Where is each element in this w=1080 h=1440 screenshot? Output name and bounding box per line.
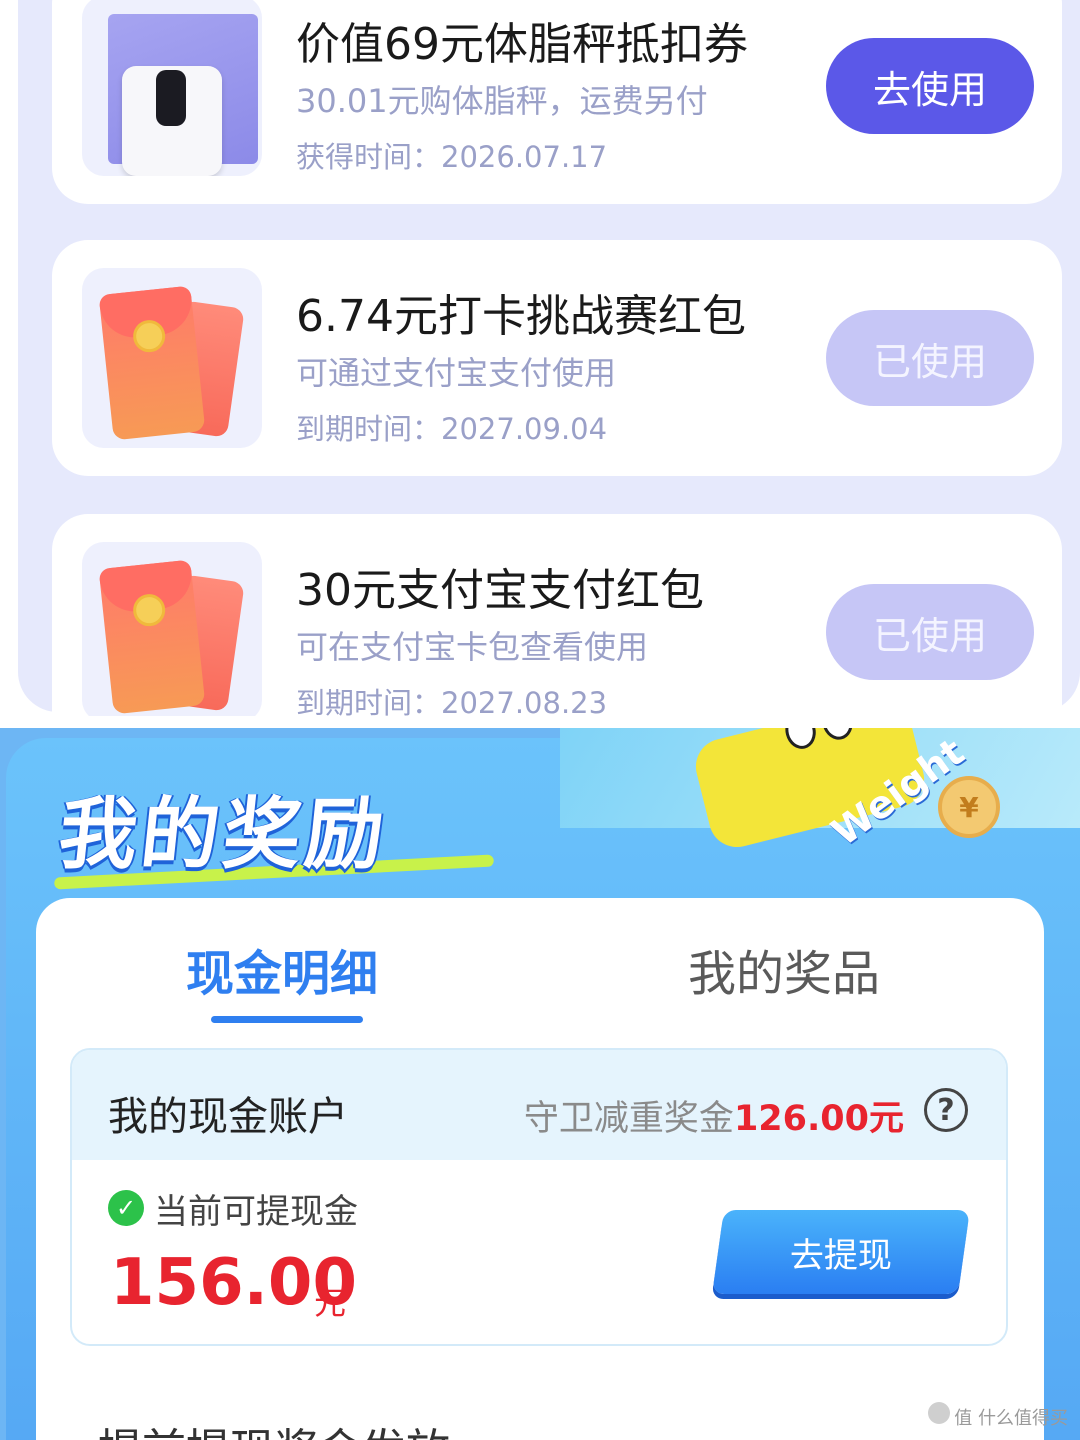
rewards-panel: 现金明细 我的奖品 我的现金账户 守卫减重奖金126.00元 ? ✓ 当前可提现…	[36, 898, 1053, 1440]
withdraw-button-label: 去提现	[790, 1235, 892, 1276]
watermark-text: 值 什么值得买	[954, 1408, 1068, 1429]
active-tab-indicator	[211, 1016, 363, 1023]
prize-date-value: 2027.09.04	[441, 412, 608, 446]
watermark: 值 什么值得买	[928, 1402, 1068, 1430]
use-button[interactable]: 去使用	[826, 38, 1034, 134]
prize-date: 到期时间：2027.09.04	[296, 406, 607, 448]
bonus-amount: 126.00元	[733, 1099, 904, 1139]
cash-account-title: 我的现金账户	[108, 1094, 348, 1140]
prize-list-section: 价值69元体脂秤抵扣券 30.01元购体脂秤，运费另付 获得时间：2026.07…	[0, 0, 1080, 716]
prize-date-label: 到期时间：	[296, 686, 442, 716]
prize-date: 获得时间：2026.07.17	[296, 134, 607, 176]
rewards-section: Weight ¥ 我的奖励 现金明细 我的奖品 我的现金账户 守卫减重奖金126…	[0, 728, 1080, 1440]
prize-title: 价值69元体脂秤抵扣券	[296, 19, 748, 70]
prize-subtitle: 30.01元购体脂秤，运费另付	[296, 82, 708, 120]
prize-card: 6.74元打卡挑战赛红包 可通过支付宝支付使用 到期时间：2027.09.04 …	[52, 240, 1062, 476]
withdrawable-label: 当前可提现金	[154, 1192, 358, 1232]
early-withdraw-title: 提前提现奖金发放	[98, 1414, 450, 1440]
prize-date-value: 2027.08.23	[441, 686, 608, 716]
prize-title: 30元支付宝支付红包	[296, 565, 704, 616]
rewards-title: 我的奖励	[54, 790, 393, 880]
currency-unit: 元	[314, 1284, 347, 1322]
prize-date: 到期时间：2027.08.23	[296, 680, 607, 716]
bonus-label: 守卫减重奖金	[523, 1099, 734, 1139]
bonus-info: 守卫减重奖金126.00元	[524, 1090, 904, 1141]
body-fat-scale-icon	[82, 0, 262, 176]
coin-icon: ¥	[938, 776, 1000, 838]
prize-card: 30元支付宝支付红包 可在支付宝卡包查看使用 到期时间：2027.08.23 已…	[52, 514, 1062, 716]
prize-subtitle: 可在支付宝卡包查看使用	[296, 628, 649, 666]
prize-card: 价值69元体脂秤抵扣券 30.01元购体脂秤，运费另付 获得时间：2026.07…	[52, 0, 1062, 204]
check-icon: ✓	[108, 1190, 144, 1226]
prize-date-value: 2026.07.17	[441, 140, 608, 174]
help-icon[interactable]: ?	[924, 1088, 968, 1132]
prize-subtitle: 可通过支付宝支付使用	[296, 354, 617, 392]
prize-date-label: 到期时间：	[296, 412, 442, 446]
withdraw-button[interactable]: 去提现	[712, 1210, 970, 1294]
red-envelope-icon	[82, 542, 262, 716]
watermark-logo-icon	[928, 1402, 951, 1424]
tab-my-prizes[interactable]: 我的奖品	[688, 934, 880, 1004]
prize-title: 6.74元打卡挑战赛红包	[296, 291, 746, 342]
red-envelope-icon	[82, 268, 262, 448]
prize-date-label: 获得时间：	[296, 140, 442, 174]
tab-cash-details[interactable]: 现金明细	[186, 934, 378, 1004]
cash-account-card: 我的现金账户 守卫减重奖金126.00元 ? ✓ 当前可提现金 156.00 元…	[70, 1048, 1008, 1346]
used-button[interactable]: 已使用	[826, 584, 1034, 680]
used-button[interactable]: 已使用	[826, 310, 1034, 406]
